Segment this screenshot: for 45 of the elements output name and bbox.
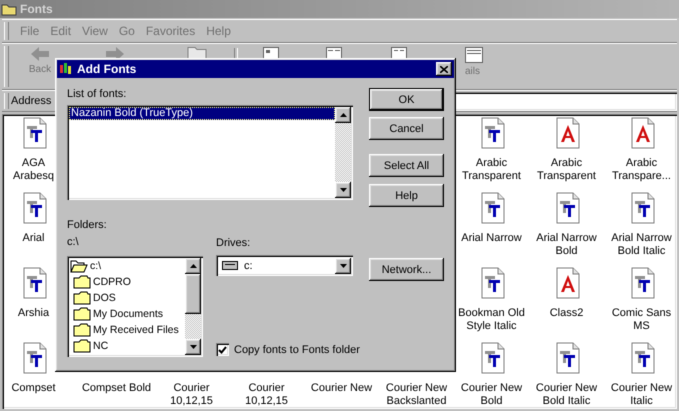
folder-list[interactable]: c:\ CDPRO DOS My Documents My Received Files NC	[67, 256, 203, 357]
font-file-label[interactable]: AGA Arabesq	[10, 157, 58, 183]
folder-name[interactable]: My Received Files	[93, 324, 179, 336]
drives-label: Drives:	[216, 237, 252, 249]
font-file-label[interactable]: Arial Narrow	[461, 232, 522, 245]
dialog-title: Add Fonts	[77, 62, 138, 76]
window-title: Fonts	[20, 2, 53, 16]
drives-dropdown[interactable]: c:	[216, 255, 353, 276]
folder-name[interactable]: c:\	[90, 260, 102, 272]
folder-name[interactable]: CDPRO	[93, 276, 131, 288]
font-file-label[interactable]: Class2	[550, 307, 584, 320]
font-list[interactable]: Nazanin Bold (TrueType)	[67, 105, 353, 200]
dialog-button[interactable]: Help	[369, 184, 444, 207]
network-button[interactable]: Network...	[369, 258, 444, 281]
folder-name[interactable]: My Documents	[93, 308, 164, 320]
folder-name[interactable]: DOS	[93, 292, 116, 304]
font-file-label[interactable]: Courier 10,12,15	[154, 382, 228, 408]
drive-value: c:	[244, 260, 253, 272]
font-file-label[interactable]: Arabic Transparent	[454, 157, 528, 183]
font-file-label[interactable]: Arial Narrow Bold Italic	[604, 232, 677, 258]
font-file-label[interactable]: Comic Sans MS	[604, 307, 677, 333]
font-file-label[interactable]: Arial Narrow Bold	[530, 232, 604, 258]
font-file-label[interactable]: Bookman Old Style Italic	[454, 307, 528, 333]
dialog-button[interactable]: Select All	[369, 154, 444, 177]
folders-label: Folders:	[67, 219, 108, 231]
list-label: List of fonts:	[67, 88, 128, 100]
font-file-label[interactable]: Courier New	[310, 382, 372, 395]
font-file-label[interactable]: Arabic Transparent	[530, 157, 604, 183]
folder-path: c:\	[67, 236, 80, 248]
address-label: Address	[11, 95, 52, 107]
dialog-button[interactable]: OK	[369, 88, 444, 111]
font-file-label[interactable]: Courier 10,12,15	[230, 382, 304, 408]
folder-name[interactable]: NC	[93, 340, 108, 352]
checkbox-label[interactable]: Copy fonts to Fonts folder	[234, 344, 360, 356]
font-file-label[interactable]: Arshia	[18, 307, 50, 320]
font-file-label[interactable]: Compset Bold	[82, 382, 152, 395]
font-file-label[interactable]: Courier New Backslanted	[380, 382, 454, 408]
font-file-label[interactable]: Compset	[11, 382, 56, 395]
font-file-label[interactable]: Courier New Bold	[454, 382, 528, 408]
font-file-label[interactable]: Courier New Bold Italic	[530, 382, 604, 408]
font-file-label[interactable]: Arabic Transpare...	[604, 157, 677, 183]
font-file-label[interactable]: Arial	[22, 232, 44, 245]
font-list-item[interactable]: Nazanin Bold (TrueType)	[69, 107, 335, 120]
dialog-button[interactable]: Cancel	[369, 117, 444, 140]
font-file-label[interactable]: Courier New Italic	[604, 382, 677, 408]
